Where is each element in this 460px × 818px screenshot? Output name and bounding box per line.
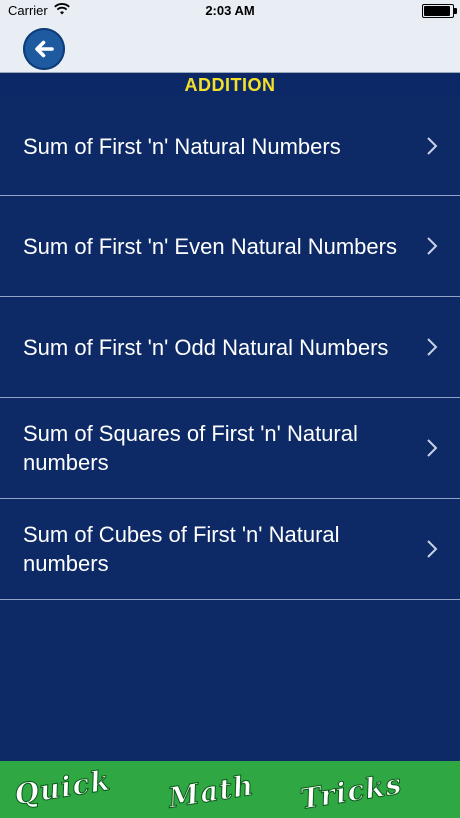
- list-item[interactable]: Sum of Cubes of First 'n' Natural number…: [0, 499, 460, 600]
- content-area: ADDITION Sum of First 'n' Natural Number…: [0, 73, 460, 761]
- back-arrow-icon: [35, 40, 54, 58]
- status-bar: Carrier 2:03 AM: [0, 0, 460, 22]
- banner-word-quick: Quick: [12, 763, 114, 812]
- list-item-label: Sum of First 'n' Natural Numbers: [23, 133, 341, 159]
- chevron-right-icon: [427, 338, 438, 356]
- battery-icon: [422, 4, 457, 18]
- section-title: ADDITION: [0, 73, 460, 97]
- list-item-label: Sum of First 'n' Even Natural Numbers: [23, 233, 397, 259]
- topics-list: Sum of First 'n' Natural Numbers Sum of …: [0, 97, 460, 600]
- chevron-right-icon: [427, 540, 438, 558]
- chevron-right-icon: [427, 137, 438, 155]
- status-time: 2:03 AM: [205, 3, 255, 18]
- chevron-right-icon: [427, 439, 438, 457]
- list-item-label: Sum of First 'n' Odd Natural Numbers: [23, 334, 389, 360]
- list-item-label: Sum of Cubes of First 'n' Natural number…: [23, 522, 340, 576]
- chevron-right-icon: [427, 237, 438, 255]
- list-item[interactable]: Sum of Squares of First 'n' Natural numb…: [0, 398, 460, 499]
- banner-word-tricks: Tricks: [298, 767, 405, 817]
- list-item[interactable]: Sum of First 'n' Even Natural Numbers: [0, 196, 460, 297]
- list-item-label: Sum of Squares of First 'n' Natural numb…: [23, 421, 358, 475]
- back-button[interactable]: [23, 28, 65, 70]
- list-item[interactable]: Sum of First 'n' Odd Natural Numbers: [0, 297, 460, 398]
- banner-word-math: Math: [165, 768, 257, 815]
- list-item[interactable]: Sum of First 'n' Natural Numbers: [0, 97, 460, 196]
- app-banner[interactable]: Quick Math Tricks: [0, 761, 460, 818]
- navigation-bar: [0, 22, 460, 73]
